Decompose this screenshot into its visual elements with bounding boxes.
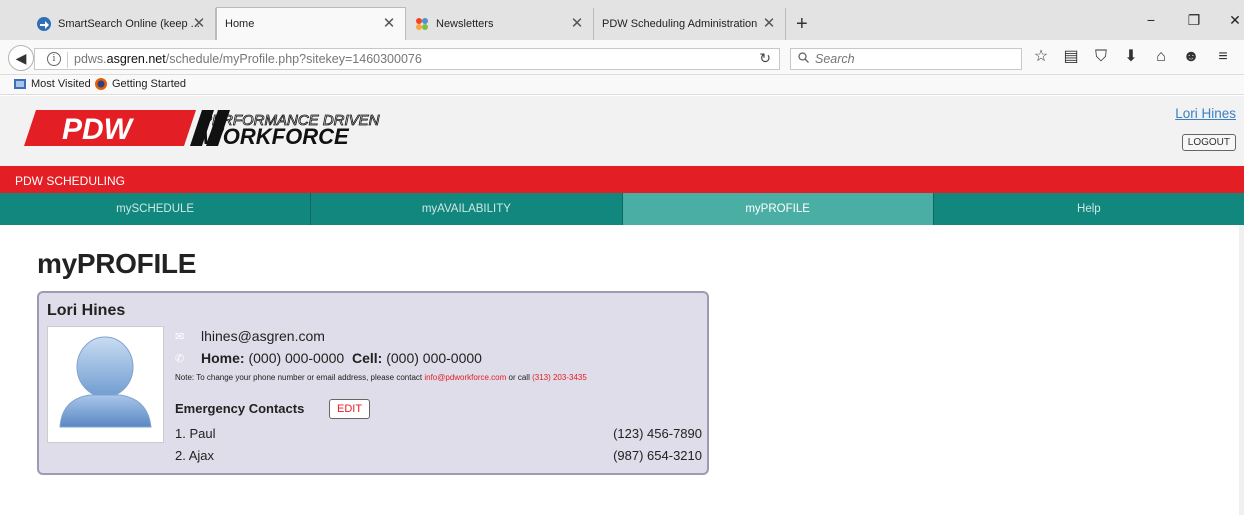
reload-icon[interactable]: ↻ xyxy=(759,50,771,67)
scrollbar[interactable] xyxy=(1239,225,1244,515)
app-title-bar: PDW SCHEDULING xyxy=(0,166,1244,193)
smartsearch-favicon-icon xyxy=(36,16,52,32)
nav-myprofile[interactable]: myPROFILE xyxy=(622,193,934,225)
chat-icon[interactable]: ☻ xyxy=(1180,46,1202,68)
user-name-link[interactable]: Lori Hines xyxy=(1175,106,1236,121)
home-phone: (000) 000-0000 xyxy=(248,350,345,366)
pdw-logo[interactable]: PDW PERFORMANCE DRIVEN WORKFORCE xyxy=(24,108,394,148)
email-value: lhines@asgren.com xyxy=(201,328,325,344)
bookmark-label: Getting Started xyxy=(112,78,186,90)
bookmark-star-icon[interactable]: ☆ xyxy=(1030,46,1052,68)
bookmarks-toolbar: Most Visited Getting Started xyxy=(0,75,1244,95)
emergency-contact-name: 2. Ajax xyxy=(175,448,215,463)
app-title: PDW SCHEDULING xyxy=(15,174,126,188)
site-header: PDW PERFORMANCE DRIVEN WORKFORCE Lori Hi… xyxy=(0,96,1244,166)
reading-list-icon[interactable]: ▤ xyxy=(1060,46,1082,68)
info-icon[interactable]: i xyxy=(47,52,61,66)
new-tab-icon[interactable]: + xyxy=(796,8,808,40)
home-label: Home: xyxy=(201,350,245,366)
tab-title: Newsletters xyxy=(436,18,494,30)
home-icon[interactable]: ⌂ xyxy=(1150,46,1172,68)
main-nav: mySCHEDULE myAVAILABILITY myPROFILE Help xyxy=(0,193,1244,225)
user-silhouette-icon xyxy=(59,336,152,428)
menu-icon[interactable]: ≡ xyxy=(1212,46,1234,68)
logo-wordmark: WORKFORCE xyxy=(202,124,350,148)
search-input[interactable] xyxy=(815,51,1005,67)
profile-card: Lori Hines ✉ lhines@asgren.com ✆ Home: (… xyxy=(37,291,709,475)
joomla-favicon-icon xyxy=(414,16,430,32)
window-close-icon[interactable]: ✕ xyxy=(1225,8,1244,32)
divider xyxy=(67,52,68,68)
pocket-icon[interactable]: ⛉ xyxy=(1090,46,1112,68)
nav-myavailability[interactable]: myAVAILABILITY xyxy=(311,193,623,225)
emergency-contact-phone: (987) 654-3210 xyxy=(613,448,702,463)
email-line: ✉ lhines@asgren.com xyxy=(175,328,325,344)
tab-title: SmartSearch Online (keep ... xyxy=(58,18,200,30)
emergency-contact-name: 1. Paul xyxy=(175,426,216,441)
back-arrow-icon[interactable]: ◀ xyxy=(8,45,34,71)
nav-help[interactable]: Help xyxy=(934,193,1244,225)
restore-icon[interactable]: ❐ xyxy=(1184,8,1204,32)
browser-tab-pdw-admin[interactable]: PDW Scheduling Administration ✕ xyxy=(594,8,786,40)
phone-line: ✆ Home: (000) 000-0000 Cell: (000) 000-0… xyxy=(175,350,482,366)
firefox-icon xyxy=(95,78,107,90)
browser-tab-bar: SmartSearch Online (keep ... ✕ Home ✕ Ne… xyxy=(0,0,1244,40)
logout-button[interactable]: LOGOUT xyxy=(1181,134,1236,151)
cell-phone: (000) 000-0000 xyxy=(386,350,482,366)
browser-tab-smartsearch[interactable]: SmartSearch Online (keep ... ✕ xyxy=(28,8,216,40)
profile-name: Lori Hines xyxy=(47,302,126,319)
browser-tab-newsletters[interactable]: Newsletters ✕ xyxy=(406,8,594,40)
note-phone: (313) 203-3435 xyxy=(532,373,587,382)
envelope-icon: ✉ xyxy=(175,330,185,343)
logo-text: PDW xyxy=(62,113,135,146)
bookmark-getting-started[interactable]: Getting Started xyxy=(95,78,186,90)
cell-label: Cell: xyxy=(351,350,383,366)
bookmark-most-visited[interactable]: Most Visited xyxy=(14,78,91,90)
page-title: myPROFILE xyxy=(37,248,197,279)
note-email-link[interactable]: info@pdworkforce.com xyxy=(424,373,506,382)
browser-nav-bar: ◀ i pdws.asgren.net/schedule/myProfile.p… xyxy=(0,40,1244,75)
download-icon[interactable]: ⬇ xyxy=(1120,46,1142,68)
edit-emergency-contacts-button[interactable]: EDIT xyxy=(329,399,371,419)
browser-tab-home[interactable]: Home ✕ xyxy=(216,7,406,40)
contact-note: Note: To change your phone number or ema… xyxy=(175,373,587,382)
avatar xyxy=(47,326,164,443)
emergency-contact-phone: (123) 456-7890 xyxy=(613,426,702,441)
close-icon[interactable]: ✕ xyxy=(761,16,777,32)
tab-title: PDW Scheduling Administration xyxy=(602,18,758,30)
close-icon[interactable]: ✕ xyxy=(569,16,585,32)
phone-icon: ✆ xyxy=(175,352,185,365)
nav-myschedule[interactable]: mySCHEDULE xyxy=(0,193,312,225)
close-icon[interactable]: ✕ xyxy=(191,16,207,32)
close-icon[interactable]: ✕ xyxy=(381,16,397,32)
folder-icon xyxy=(14,79,26,89)
bookmark-label: Most Visited xyxy=(31,78,91,90)
minimize-icon[interactable]: − xyxy=(1141,8,1161,32)
url-bar[interactable]: i pdws.asgren.net/schedule/myProfile.php… xyxy=(34,48,780,70)
search-bar[interactable] xyxy=(790,48,1022,70)
emergency-contacts-heading: Emergency Contacts xyxy=(175,401,305,416)
tab-title: Home xyxy=(225,18,255,30)
search-icon xyxy=(798,52,809,66)
url-text[interactable]: pdws.asgren.net/schedule/myProfile.php?s… xyxy=(74,52,422,66)
